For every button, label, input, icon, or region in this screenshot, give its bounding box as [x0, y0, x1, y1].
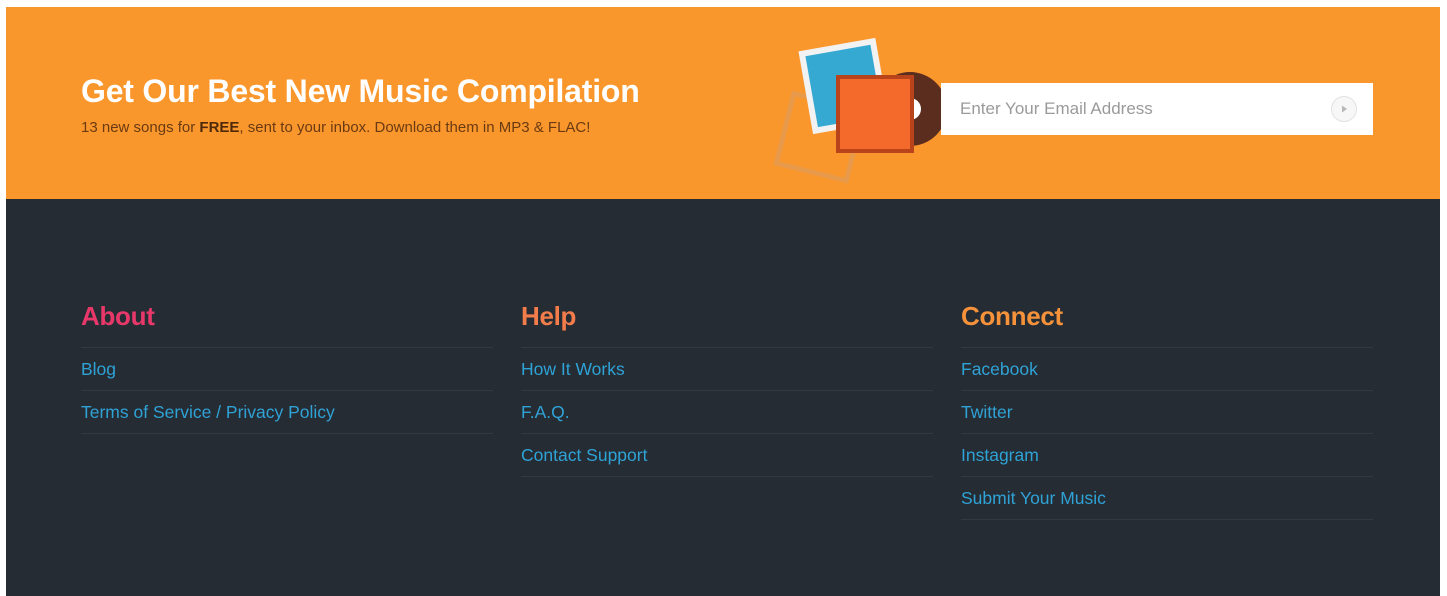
link-submit-music[interactable]: Submit Your Music: [961, 488, 1106, 509]
newsletter-banner: Get Our Best New Music Compilation 13 ne…: [6, 7, 1440, 199]
link-contact-support[interactable]: Contact Support: [521, 445, 647, 466]
banner-subtitle-start: 13 new songs for: [81, 119, 200, 136]
footer-heading-about: About: [81, 301, 155, 331]
album-stack-with-vinyl-icon: [773, 37, 947, 184]
footer-links-about: Blog Terms of Service / Privacy Policy: [81, 347, 493, 434]
list-item: Blog: [81, 348, 493, 391]
email-submit-button[interactable]: [1331, 96, 1357, 122]
link-faq[interactable]: F.A.Q.: [521, 402, 570, 423]
list-item: F.A.Q.: [521, 391, 933, 434]
list-item: How It Works: [521, 348, 933, 391]
footer-column-connect: Connect Facebook Twitter Instagram Submi…: [961, 301, 1373, 520]
footer-links-connect: Facebook Twitter Instagram Submit Your M…: [961, 347, 1373, 520]
page: Get Our Best New Music Compilation 13 ne…: [6, 7, 1440, 596]
link-instagram[interactable]: Instagram: [961, 445, 1039, 466]
banner-subtitle: 13 new songs for FREE, sent to your inbo…: [81, 119, 590, 136]
banner-subtitle-free: FREE: [199, 119, 240, 136]
email-input[interactable]: [941, 83, 1321, 135]
list-item: Instagram: [961, 434, 1373, 477]
link-facebook[interactable]: Facebook: [961, 359, 1038, 380]
link-twitter[interactable]: Twitter: [961, 402, 1013, 423]
play-arrow-icon: [1342, 105, 1347, 113]
banner-title: Get Our Best New Music Compilation: [81, 73, 640, 109]
list-item: Facebook: [961, 348, 1373, 391]
footer-heading-help: Help: [521, 301, 577, 331]
email-signup-form: [941, 83, 1373, 135]
footer-column-help: Help How It Works F.A.Q. Contact Support: [521, 301, 933, 477]
footer-column-about: About Blog Terms of Service / Privacy Po…: [81, 301, 493, 434]
list-item: Submit Your Music: [961, 477, 1373, 520]
list-item: Contact Support: [521, 434, 933, 477]
footer-links-help: How It Works F.A.Q. Contact Support: [521, 347, 933, 477]
site-footer: About Blog Terms of Service / Privacy Po…: [6, 199, 1440, 596]
list-item: Twitter: [961, 391, 1373, 434]
footer-heading-connect: Connect: [961, 301, 1063, 331]
link-terms-privacy[interactable]: Terms of Service / Privacy Policy: [81, 402, 335, 423]
list-item: Terms of Service / Privacy Policy: [81, 391, 493, 434]
link-blog[interactable]: Blog: [81, 359, 116, 380]
link-how-it-works[interactable]: How It Works: [521, 359, 625, 380]
banner-subtitle-end: , sent to your inbox. Download them in M…: [239, 119, 591, 136]
